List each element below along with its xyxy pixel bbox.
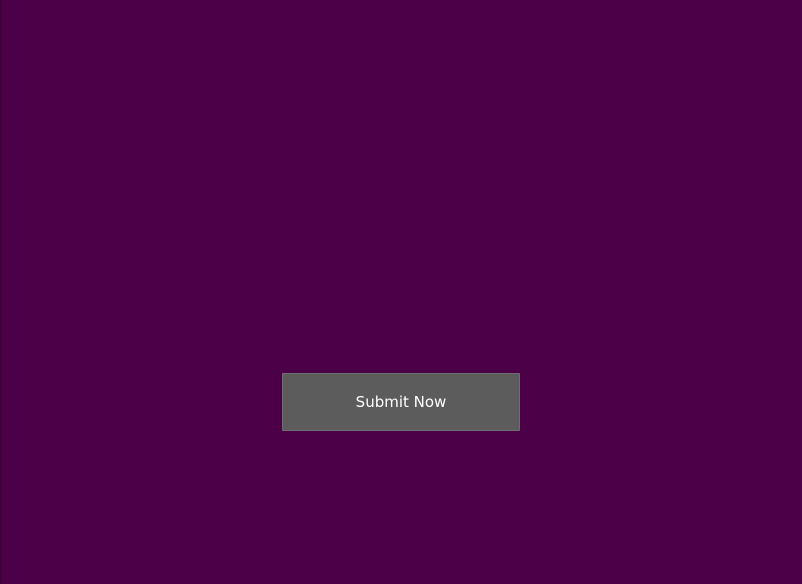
page-background: Submit Now (0, 0, 802, 584)
submit-button[interactable]: Submit Now (282, 373, 520, 431)
left-edge-divider (0, 0, 2, 584)
